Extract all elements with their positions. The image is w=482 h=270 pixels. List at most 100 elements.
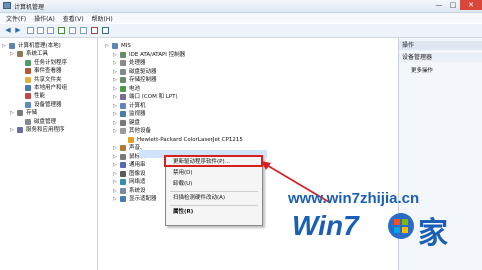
maximize-button[interactable]: □	[446, 0, 460, 10]
controller-icon	[120, 51, 126, 58]
performance-icon	[25, 93, 31, 100]
expand-toggle-icon[interactable]: ▷	[113, 170, 117, 178]
cpu-icon	[120, 60, 126, 66]
expand-toggle-icon[interactable]: ▷	[10, 50, 14, 58]
expand-toggle-icon[interactable]: ▷	[113, 110, 117, 118]
back-arrow-icon[interactable]: ◀	[4, 26, 12, 34]
device-manager-icon	[25, 101, 31, 108]
window-controls: — □ ✕	[432, 0, 482, 11]
computer-icon	[9, 43, 15, 49]
menu-help[interactable]: 帮助(H)	[92, 14, 113, 23]
expand-toggle-icon[interactable]: ▷	[113, 153, 117, 161]
uninstall-icon[interactable]	[91, 27, 98, 34]
menu-uninstall[interactable]: 卸载(U)	[173, 180, 192, 188]
window-title: 计算机管理	[14, 4, 45, 11]
tree-item-label: 设备管理器	[34, 101, 62, 108]
tree-item-label: 显示适配器	[129, 196, 157, 202]
expand-toggle-icon[interactable]: ▷	[113, 195, 117, 203]
expand-toggle-icon[interactable]: ▷	[113, 68, 117, 76]
expand-toggle-icon[interactable]: ▷	[10, 109, 14, 117]
menu-separator	[170, 191, 258, 192]
camera-icon	[120, 170, 126, 177]
menu-properties[interactable]: 属性(R)	[173, 208, 193, 216]
tools-icon	[17, 51, 23, 58]
computer-management-icon	[3, 2, 11, 9]
tree-item-label: 图像设	[129, 170, 146, 177]
show-hide-tree-icon[interactable]	[37, 27, 44, 34]
menu-disable[interactable]: 禁用(D)	[173, 169, 193, 177]
folder-icon	[25, 76, 31, 83]
tree-item-label: 监视器	[129, 111, 146, 117]
expand-toggle-icon[interactable]: ▷	[113, 102, 117, 110]
toolbar: ◀ ▶	[0, 24, 482, 38]
log-icon	[25, 68, 31, 75]
expand-toggle-icon[interactable]: ▷	[113, 161, 117, 169]
mouse-icon	[120, 153, 126, 160]
expand-toggle-icon[interactable]: ▷	[113, 144, 117, 152]
actions-section-device-manager[interactable]: 设备管理器	[399, 53, 482, 62]
display-icon	[120, 196, 126, 202]
watermark-brand: Win7	[292, 210, 359, 241]
menu-view[interactable]: 查看(V)	[63, 14, 84, 23]
expand-toggle-icon[interactable]: ▷	[113, 187, 117, 195]
tree-item-label: 端口 (COM 和 LPT)	[129, 94, 178, 100]
menu-scan-hardware[interactable]: 扫描检测硬件改动(A)	[173, 194, 225, 202]
services-icon	[17, 127, 23, 133]
watermark-brand-suffix: 家	[418, 216, 448, 251]
tree-item-label: 其他设备	[129, 128, 152, 134]
sound-icon	[120, 145, 126, 151]
tree-item-label: 本地用户和组	[34, 85, 68, 91]
network-icon	[120, 179, 126, 185]
tree-item-label: 共享文件夹	[34, 76, 62, 83]
tree-item-label: 磁盘驱动器	[129, 68, 157, 75]
expand-toggle-icon[interactable]: ▷	[10, 126, 14, 134]
unknown-device-icon	[120, 128, 126, 134]
tree-item-label: 性能	[34, 93, 46, 100]
minimize-button[interactable]: —	[432, 0, 446, 10]
tree-item-label: 系统工具	[26, 51, 49, 58]
tree-item-label: IDE ATA/ATAPI 控制器	[129, 51, 186, 58]
keyboard-icon	[120, 119, 126, 126]
storage-icon	[17, 110, 23, 117]
menu-action[interactable]: 操作(A)	[34, 14, 55, 23]
expand-toggle-icon[interactable]: ▷	[113, 51, 117, 59]
tree-item-label: MIS	[121, 43, 131, 49]
menu-separator	[170, 205, 258, 206]
menu-bar: 文件(F) 操作(A) 查看(V) 帮助(H)	[0, 13, 482, 23]
expand-toggle-icon[interactable]: ▷	[113, 59, 117, 67]
menu-file[interactable]: 文件(F)	[6, 14, 26, 23]
disable-icon[interactable]	[102, 27, 109, 34]
update-driver-icon[interactable]	[80, 27, 87, 34]
computer-icon	[112, 43, 118, 49]
tree-item-label: 计算机管理(本地)	[18, 43, 61, 49]
expand-toggle-icon[interactable]: ▷	[113, 178, 117, 186]
tree-item-label: 键盘	[129, 119, 141, 126]
forward-arrow-icon[interactable]: ▶	[14, 26, 22, 34]
expand-toggle-icon[interactable]: ▷	[2, 42, 6, 50]
title-bar: 计算机管理 — □ ✕	[0, 0, 482, 13]
tree-item-label: 处理器	[129, 60, 146, 66]
users-icon	[25, 85, 31, 91]
expand-toggle-icon[interactable]: ▷	[113, 85, 117, 93]
expand-toggle-icon[interactable]: ▷	[113, 76, 117, 84]
expand-toggle-icon[interactable]: ▷	[113, 119, 117, 127]
tree-item-label: 存储	[26, 110, 38, 117]
clock-icon	[25, 59, 31, 66]
expand-toggle-icon[interactable]: ▷	[113, 127, 117, 135]
more-actions-link[interactable]: 更多操作	[411, 66, 433, 74]
scan-hardware-icon[interactable]	[69, 27, 76, 34]
tree-item-label: 存储控制器	[129, 77, 157, 83]
navigation-tree: ▷ 计算机管理(本地) ▷ 系统工具 任务计划程序 事件查看器 共享文件夹 本地用户和组 性能设…	[0, 38, 98, 270]
actions-header: 操作	[399, 41, 482, 50]
properties-icon[interactable]	[47, 27, 54, 34]
tree-item-label: 网络适	[129, 179, 146, 185]
tree-item-label: 计算机	[129, 102, 146, 109]
expand-toggle-icon[interactable]: ▷	[105, 42, 109, 50]
expand-toggle-icon[interactable]: ▷	[113, 93, 117, 101]
close-button[interactable]: ✕	[460, 0, 482, 10]
disk-icon	[120, 68, 126, 75]
up-folder-icon[interactable]	[27, 27, 34, 34]
tree-item-label: 磁盘管理	[34, 118, 57, 125]
warning-device-icon	[128, 136, 134, 143]
help-icon[interactable]	[58, 27, 65, 34]
